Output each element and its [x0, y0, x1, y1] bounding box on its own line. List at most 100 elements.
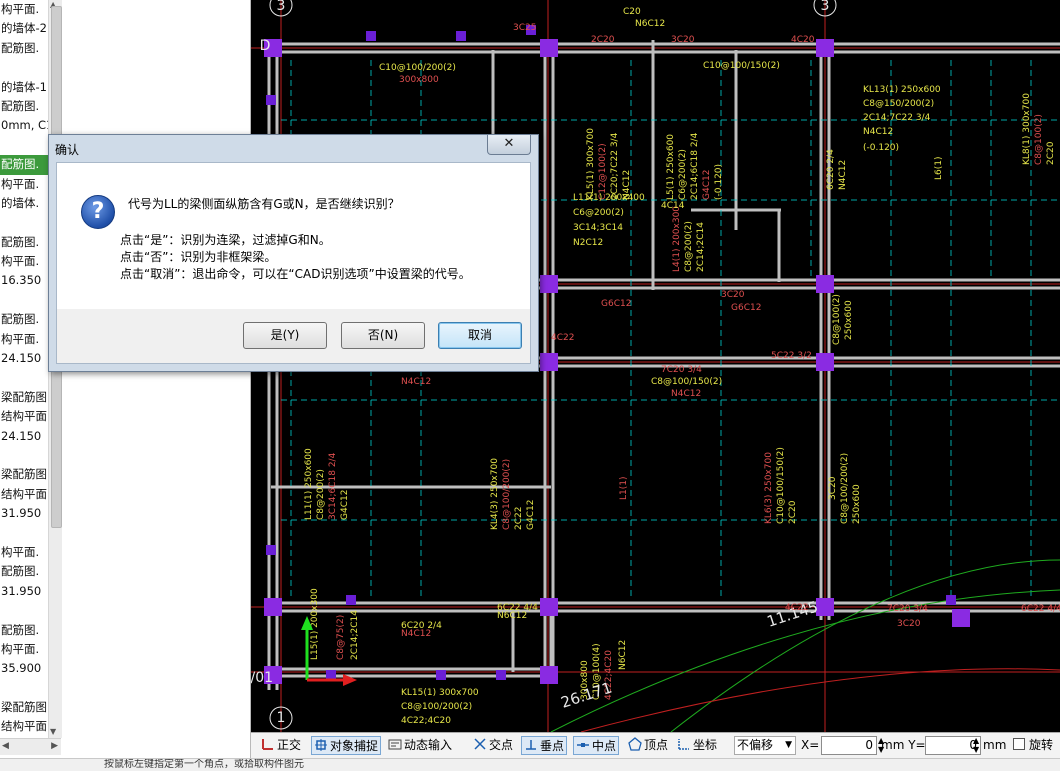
list-item[interactable]: 配筋图.	[0, 310, 48, 329]
list-item[interactable]: 24.150	[0, 349, 48, 368]
list-item[interactable]: 31.950	[0, 504, 48, 523]
list-item[interactable]: 梁配筋图	[0, 465, 48, 484]
left-horizontal-scrollbar[interactable]: ◀ ▶	[0, 738, 61, 755]
no-button[interactable]: 否(N)	[341, 322, 425, 349]
beam-annotation: C12@100(2)	[598, 143, 608, 200]
list-item[interactable]	[0, 368, 48, 387]
marker	[266, 545, 276, 555]
list-item[interactable]: 构平面.	[0, 330, 48, 349]
list-item[interactable]	[0, 524, 48, 543]
list-item[interactable]	[0, 58, 48, 77]
beam-annotation: G6C12	[731, 303, 761, 313]
list-item[interactable]: 0mm, C12	[0, 116, 48, 135]
list-item[interactable]	[0, 679, 48, 698]
list-item[interactable]: 配筋图.	[0, 155, 48, 175]
beam-annotation: C10@100/150(2)	[703, 61, 780, 71]
list-item[interactable]: 的墙体-1	[0, 78, 48, 97]
scroll-right-icon[interactable]: ▶	[51, 741, 58, 751]
intersect-snap-toggle[interactable]: 交点	[473, 736, 513, 755]
list-item[interactable]: 配筋图.	[0, 97, 48, 116]
beam-annotation: 7C20 3/4	[661, 365, 702, 375]
x-coordinate-input[interactable]: 0	[821, 736, 877, 755]
x-label: X=	[801, 738, 820, 752]
list-item[interactable]	[0, 446, 48, 465]
beam-annotation: 2C14;7C22 3/4	[863, 113, 931, 123]
checkbox-box[interactable]	[1013, 738, 1025, 750]
beam-annotation: 4C22	[785, 603, 808, 613]
list-item[interactable]: 构平面.	[0, 252, 48, 271]
list-item[interactable]: 梁配筋图	[0, 388, 48, 407]
status-text: 按鼠标左键指定第一个角点，或拾取构件图元	[104, 759, 304, 770]
beam-annotation: C10@100/150(2)	[776, 447, 786, 524]
marker	[436, 670, 446, 680]
column	[264, 598, 282, 616]
list-item[interactable]: 配筋图.	[0, 621, 48, 640]
dialog-option-no-text: 点击“否”：识别为非框架梁。	[120, 250, 277, 264]
object-snap-toggle[interactable]: 对象捕捉	[311, 736, 382, 755]
cancel-button[interactable]: 取消	[438, 322, 522, 349]
list-item[interactable]: 构平面.	[0, 640, 48, 659]
dynamic-input-toggle[interactable]: 动态输入	[388, 736, 452, 755]
vertex-snap-toggle[interactable]: 顶点	[628, 736, 668, 755]
list-item[interactable]: 结构平面	[0, 717, 48, 736]
beam-annotation: 2C14;2C14	[696, 222, 706, 272]
list-item[interactable]: 31.950	[0, 582, 48, 601]
list-item[interactable]: 结构平面	[0, 407, 48, 426]
list-item[interactable]: 的墙体-2	[0, 19, 48, 38]
offset-select[interactable]: 不偏移 ▼	[734, 736, 796, 755]
marker	[346, 595, 356, 605]
dialog-close-button[interactable]: ✕	[487, 135, 531, 155]
yes-button[interactable]: 是(Y)	[243, 322, 327, 349]
beam-annotation: G4C12	[702, 170, 712, 200]
perp-label: 垂点	[540, 739, 565, 753]
beam-annotation: G4C12	[340, 490, 350, 520]
list-item[interactable]	[0, 136, 48, 155]
y-spinner-icon[interactable]: ▲ ▼	[973, 736, 979, 755]
beam-annotation: C10@100/200(2)	[379, 63, 456, 73]
list-item[interactable]	[0, 291, 48, 310]
dialog-option-cancel-text: 点击“取消”：退出命令，可以在“CAD识别选项”中设置梁的代号。	[120, 267, 471, 281]
dialog-button-bar: 是(Y) 否(N) 取消	[56, 309, 531, 364]
ortho-toggle[interactable]: 正交	[261, 736, 301, 755]
list-item[interactable]	[0, 601, 48, 620]
list-item[interactable]: 24.150	[0, 427, 48, 446]
chevron-down-icon[interactable]: ▼	[785, 737, 792, 754]
arc-line	[580, 668, 1060, 732]
list-item[interactable]: 35.900	[0, 659, 48, 678]
beam-annotation: N6C12	[618, 640, 628, 670]
list-item[interactable]: 构平面.	[0, 543, 48, 562]
axis-label: 1	[277, 710, 286, 726]
list-item[interactable]	[0, 213, 48, 232]
drawing-list[interactable]: 构平面.的墙体-2配筋图.的墙体-1配筋图.0mm, C12配筋图.构平面.的墙…	[0, 0, 49, 738]
list-item[interactable]: 配筋图.	[0, 39, 48, 58]
list-item[interactable]: 构平面.	[0, 0, 48, 19]
beam-annotation: C20	[623, 7, 641, 17]
list-item[interactable]: 结构平面	[0, 485, 48, 504]
scroll-left-icon[interactable]: ◀	[2, 741, 9, 751]
list-item[interactable]: 16.350	[0, 271, 48, 290]
list-item[interactable]: 的墙体.	[0, 194, 48, 213]
perpendicular-snap-toggle[interactable]: 垂点	[521, 736, 568, 755]
status-bar: 按鼠标左键指定第一个角点，或拾取构件图元	[0, 758, 1060, 771]
list-item[interactable]: 配筋图.	[0, 233, 48, 252]
beam-annotation: KL13(1) 250x600	[863, 85, 941, 95]
rotate-checkbox[interactable]: 旋转	[1013, 736, 1053, 755]
beam-annotation: N4C12	[401, 377, 431, 387]
column	[540, 275, 558, 293]
beam-annotation: 4C22;4C20	[401, 716, 451, 726]
beam-annotation: C8@100/200(2)	[401, 702, 472, 712]
beam-annotation: 2C20;7C22 3/4	[610, 132, 620, 200]
beam-annotation: KL6(3) 250x700	[764, 452, 774, 524]
coordinate-snap-toggle[interactable]: 坐标	[677, 736, 717, 755]
beam-annotation: 250x600	[852, 484, 862, 524]
midpoint-snap-toggle[interactable]: 中点	[573, 736, 620, 755]
beam-annotation: N4C12	[401, 629, 431, 639]
list-item[interactable]: 梁配筋图	[0, 698, 48, 717]
rotate-label: 旋转	[1029, 738, 1054, 752]
list-item[interactable]: 配筋图.	[0, 562, 48, 581]
beam-annotation: 4C22	[551, 333, 574, 343]
list-item[interactable]: 构平面.	[0, 175, 48, 194]
beam-annotation: G4C12	[526, 500, 536, 530]
beam-annotation: G6C12	[601, 299, 631, 309]
scroll-down-icon[interactable]: ▼	[50, 727, 56, 736]
